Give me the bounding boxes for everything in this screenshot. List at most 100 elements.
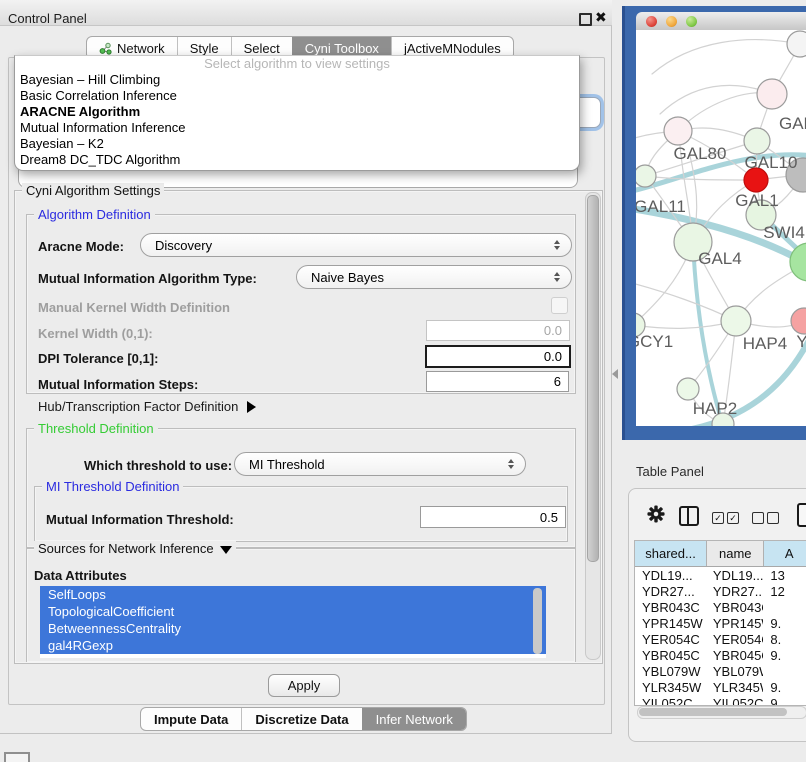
network-node[interactable] xyxy=(677,378,699,400)
network-node[interactable] xyxy=(636,165,656,187)
algorithm-option-dream8-dc-tdc-algorithm[interactable]: Dream8 DC_TDC Algorithm xyxy=(15,152,579,168)
network-edge[interactable] xyxy=(645,176,756,180)
document-icon[interactable] xyxy=(797,503,806,527)
dpi-tolerance-value: 0.0 xyxy=(544,349,562,364)
table-row[interactable]: YBR045CYBR045C9. xyxy=(635,647,806,663)
checked-checkbox-icon[interactable]: ✓ xyxy=(712,512,724,524)
panel-divider-handle[interactable] xyxy=(612,369,618,379)
table-cell: 9 xyxy=(763,695,806,706)
network-node[interactable] xyxy=(790,243,806,281)
column-header-name[interactable]: name xyxy=(707,541,764,566)
manual-kernel-label: Manual Kernel Width Definition xyxy=(38,300,230,315)
mi-threshold-field[interactable]: 0.5 xyxy=(420,506,566,528)
tab-label: Cyni Toolbox xyxy=(305,41,379,56)
table-row[interactable]: YER054CYER054C8. xyxy=(635,631,806,647)
aracne-mode-value: Discovery xyxy=(155,238,212,253)
table-cell xyxy=(763,599,806,615)
table-cell: 13 xyxy=(763,567,806,583)
network-node[interactable] xyxy=(664,117,692,145)
threshold-definition-title: Threshold Definition xyxy=(34,421,158,436)
mi-steps-field[interactable]: 6 xyxy=(426,371,569,392)
dpi-tolerance-label: DPI Tolerance [0,1]: xyxy=(38,351,158,366)
algorithm-option-bayesian-hill-climbing[interactable]: Bayesian – Hill Climbing xyxy=(15,72,579,88)
minimized-panel-icon[interactable] xyxy=(4,752,30,762)
gear-icon[interactable] xyxy=(647,505,665,523)
tab-label: jActiveMNodules xyxy=(404,41,501,56)
sources-title[interactable]: Sources for Network Inference xyxy=(34,541,236,556)
node-label-hap4: HAP4 xyxy=(743,334,787,353)
minimize-traffic-light-icon[interactable] xyxy=(666,16,677,27)
table-cell: YDR27... xyxy=(706,583,764,599)
table-row[interactable]: YBL079WYBL079W xyxy=(635,663,806,679)
network-edge[interactable] xyxy=(660,85,772,114)
network-edge[interactable] xyxy=(652,40,800,74)
network-node[interactable] xyxy=(721,306,751,336)
manual-kernel-checkbox[interactable] xyxy=(551,297,568,314)
table-row[interactable]: YLR345WYLR345W9. xyxy=(635,679,806,695)
mi-type-label: Mutual Information Algorithm Type: xyxy=(38,271,257,286)
bottom-tab-impute-data[interactable]: Impute Data xyxy=(141,708,241,730)
table-body: YDL19...YDL19...13YDR27...YDR27...12YBR0… xyxy=(635,567,806,706)
network-node[interactable] xyxy=(744,128,770,154)
unchecked-checkbox-icon[interactable] xyxy=(752,512,764,524)
which-threshold-value: MI Threshold xyxy=(249,457,325,472)
node-label-gal10: GAL10 xyxy=(745,153,798,172)
column-header-shared[interactable]: shared... xyxy=(635,541,707,566)
which-threshold-select[interactable]: MI Threshold xyxy=(234,452,526,476)
network-edge[interactable] xyxy=(636,282,736,321)
mi-steps-label: Mutual Information Steps: xyxy=(38,377,198,392)
table-row[interactable]: YPR145WYPR145W9. xyxy=(635,615,806,631)
mi-type-select[interactable]: Naive Bayes xyxy=(296,265,572,289)
attributes-scrollbar-thumb[interactable] xyxy=(533,588,542,654)
node-label-gal: GAL xyxy=(779,114,806,133)
network-node[interactable] xyxy=(787,31,806,57)
close-traffic-light-icon[interactable] xyxy=(646,16,657,27)
attribute-item-topologicalcoefficient[interactable]: TopologicalCoefficient xyxy=(40,603,546,620)
dpi-tolerance-field[interactable]: 0.0 xyxy=(425,345,571,368)
network-graph: GALGAL80GAL10GAL1GAL11SWI4GAL4GCY1HAP4YH… xyxy=(636,30,806,426)
network-canvas[interactable]: GALGAL80GAL10GAL1GAL11SWI4GAL4GCY1HAP4YH… xyxy=(636,30,806,426)
settings-scrollbar-thumb[interactable] xyxy=(587,195,599,562)
apply-button[interactable]: Apply xyxy=(268,674,340,697)
network-window-titlebar[interactable] xyxy=(636,12,806,31)
split-view-icon[interactable] xyxy=(679,506,699,526)
table-row[interactable]: YDR27...YDR27...12 xyxy=(635,583,806,599)
kernel-width-field[interactable]: 0.0 xyxy=(426,320,570,341)
table-hscrollbar-thumb[interactable] xyxy=(639,708,787,716)
table-cell: YBR045C xyxy=(706,647,764,663)
algorithm-option-basic-correlation-inference[interactable]: Basic Correlation Inference xyxy=(15,88,579,104)
attribute-item-gal4rgexp[interactable]: gal4RGexp xyxy=(40,637,546,654)
bottom-tab-infer-network[interactable]: Infer Network xyxy=(362,708,466,730)
float-window-icon[interactable] xyxy=(579,13,592,26)
table-cell: YBL079W xyxy=(635,663,706,679)
hub-definition-expander[interactable]: Hub/Transcription Factor Definition xyxy=(38,399,256,414)
table-row[interactable]: YIL052CYIL052C9 xyxy=(635,695,806,706)
table-row[interactable]: YBR043CYBR043C xyxy=(635,599,806,615)
node-table[interactable]: shared...nameA YDL19...YDL19...13YDR27..… xyxy=(634,540,806,706)
table-header-row: shared...nameA xyxy=(635,541,806,567)
which-threshold-label: Which threshold to use: xyxy=(84,458,232,473)
screen: Control Panel ✖ NetworkStyleSelectCyni T… xyxy=(0,0,806,762)
algorithm-option-bayesian-k2[interactable]: Bayesian – K2 xyxy=(15,136,579,152)
attribute-item-betweennesscentrality[interactable]: BetweennessCentrality xyxy=(40,620,546,637)
table-cell: YPR145W xyxy=(635,615,706,631)
unchecked-checkbox-icon[interactable] xyxy=(767,512,779,524)
checked-checkbox-icon[interactable]: ✓ xyxy=(727,512,739,524)
attribute-item-selfloops[interactable]: SelfLoops xyxy=(40,586,546,603)
table-cell: 12 xyxy=(763,583,806,599)
bottom-tab-discretize-data[interactable]: Discretize Data xyxy=(241,708,361,730)
network-node[interactable] xyxy=(791,308,806,334)
table-cell: 9. xyxy=(763,679,806,695)
algorithm-option-aracne-algorithm[interactable]: ARACNE Algorithm xyxy=(15,104,579,120)
algorithm-option-mutual-information-inference[interactable]: Mutual Information Inference xyxy=(15,120,579,136)
close-icon[interactable]: ✖ xyxy=(595,9,607,26)
table-row[interactable]: YDL19...YDL19...13 xyxy=(635,567,806,583)
network-node[interactable] xyxy=(757,79,787,109)
column-header-a[interactable]: A xyxy=(764,541,806,566)
focused-combobox-fragment xyxy=(577,97,601,128)
data-attributes-list[interactable]: SelfLoopsTopologicalCoefficientBetweenne… xyxy=(40,586,546,658)
mi-steps-value: 6 xyxy=(554,374,561,389)
aracne-mode-select[interactable]: Discovery xyxy=(140,233,572,257)
node-label-gcy1: GCY1 xyxy=(636,332,673,351)
zoom-traffic-light-icon[interactable] xyxy=(686,16,697,27)
